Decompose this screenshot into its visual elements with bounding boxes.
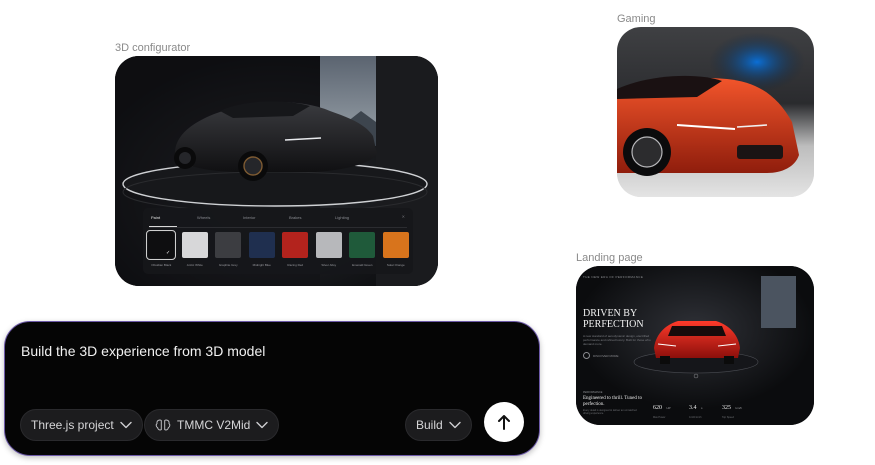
swatch-chip <box>382 232 409 258</box>
landing-kicker: THE NEW ERA OF PERFORMANCE <box>583 275 644 279</box>
landing-body: A new standard of aerodynamic design, el… <box>583 334 651 346</box>
mode-select[interactable]: Build <box>405 409 472 441</box>
configurator-card-label: 3D configurator <box>115 42 191 54</box>
stat-unit: HP <box>666 406 671 410</box>
swatch-label: Arctic White <box>186 263 203 267</box>
canvas: 3D configurator Paint Wheels Interior Br… <box>0 0 875 465</box>
check-icon: ✓ <box>166 250 171 256</box>
chevron-down-icon <box>120 421 132 429</box>
landing-page-card[interactable]: THE NEW ERA OF PERFORMANCE DRIVEN BY PER… <box>576 266 814 425</box>
swatch-chip <box>349 232 376 258</box>
landing-bottom-title: Engineered to thrill. Tuned to perfectio… <box>583 396 643 407</box>
brain-icon <box>155 419 171 431</box>
model-select-label: TMMC V2Mid <box>177 418 251 432</box>
configurator-card[interactable]: Paint Wheels Interior Brakes Lighting ✕ ✓ Obs… <box>115 56 438 286</box>
mode-select-label: Build <box>416 418 443 432</box>
swatch-label: Solar Orange <box>386 263 405 267</box>
swatch-label: Silver Alloy <box>321 263 337 267</box>
landing-bottom-kicker: PERFORMANCE <box>583 391 603 394</box>
stat-label: Max Power <box>653 416 666 419</box>
stat-label: Top Speed <box>722 416 734 419</box>
send-button[interactable] <box>484 402 524 442</box>
gaming-card-label: Gaming <box>617 13 656 25</box>
tab-brakes[interactable]: Brakes <box>289 215 335 225</box>
close-icon[interactable]: ✕ <box>402 214 405 219</box>
landing-bottom-body: Every detail is designed to deliver an u… <box>583 409 637 416</box>
swatch-label: Graphite Grey <box>218 263 238 267</box>
color-swatch[interactable]: Silver Alloy <box>315 232 344 267</box>
tab-paint[interactable]: Paint <box>151 215 197 225</box>
arrow-up-icon <box>498 415 510 430</box>
paint-options-panel: Paint Wheels Interior Brakes Lighting ✕ ✓ Obs… <box>143 208 413 274</box>
color-swatches: ✓ Obsidian Black Arctic White Graphite Grey… <box>146 230 411 267</box>
tabs-divider <box>149 227 407 228</box>
swatch-label: Obsidian Black <box>151 263 172 267</box>
swatch-chip <box>215 232 242 258</box>
swatch-label: Midnight Blue <box>252 263 271 267</box>
prompt-input[interactable]: Build the 3D experience from 3D model <box>21 343 265 359</box>
project-select[interactable]: Three.js project <box>20 409 143 441</box>
color-swatch[interactable]: Arctic White <box>181 232 210 267</box>
landing-stat: 325 km/h Top Speed <box>722 396 742 419</box>
color-swatch[interactable]: Graphite Grey <box>214 232 243 267</box>
stat-unit: km/h <box>735 406 742 410</box>
prompt-composer: Build the 3D experience from 3D model Th… <box>4 321 540 456</box>
landing-stat: 620 HP Max Power <box>653 396 671 419</box>
stat-label: 0-100 km/h <box>689 416 702 419</box>
stat-value: 325 <box>722 405 731 411</box>
tab-interior[interactable]: Interior <box>243 215 289 225</box>
tab-wheels[interactable]: Wheels <box>197 215 243 225</box>
landing-cta-button[interactable]: DISCOVER MORE <box>583 352 619 359</box>
project-select-label: Three.js project <box>31 418 114 432</box>
chevron-down-icon <box>448 421 461 429</box>
landing-cta-label: DISCOVER MORE <box>593 353 619 358</box>
swatch-chip <box>146 230 177 260</box>
landing-headline: DRIVEN BY PERFECTION <box>583 308 644 330</box>
gaming-car-render <box>617 27 814 197</box>
color-swatch[interactable]: ✓ Obsidian Black <box>146 230 177 267</box>
configurator-tabs: Paint Wheels Interior Brakes Lighting <box>151 215 405 225</box>
color-swatch[interactable]: Racing Red <box>281 232 310 267</box>
gaming-card[interactable] <box>617 27 814 197</box>
swatch-chip <box>282 232 309 258</box>
chevron-down-icon <box>256 421 269 429</box>
swatch-label: Racing Red <box>287 263 304 267</box>
landing-stat: 3.4 s 0-100 km/h <box>689 396 702 419</box>
stat-value: 3.4 <box>689 405 697 411</box>
color-swatch[interactable]: Emerald Green <box>348 232 377 267</box>
color-swatch[interactable]: Midnight Blue <box>248 232 277 267</box>
tab-lighting[interactable]: Lighting <box>335 215 381 225</box>
model-select[interactable]: TMMC V2Mid <box>144 409 280 441</box>
landing-card-label: Landing page <box>576 252 643 264</box>
swatch-label: Emerald Green <box>352 263 373 267</box>
stat-value: 620 <box>653 405 662 411</box>
landing-bottom-section: PERFORMANCE Engineered to thrill. Tuned … <box>576 383 814 425</box>
swatch-chip <box>315 232 342 258</box>
swatch-chip <box>248 232 275 258</box>
swatch-chip <box>181 232 208 258</box>
color-swatch[interactable]: Solar Orange <box>382 232 411 267</box>
stat-unit: s <box>700 406 703 410</box>
play-circle-icon <box>583 352 590 359</box>
